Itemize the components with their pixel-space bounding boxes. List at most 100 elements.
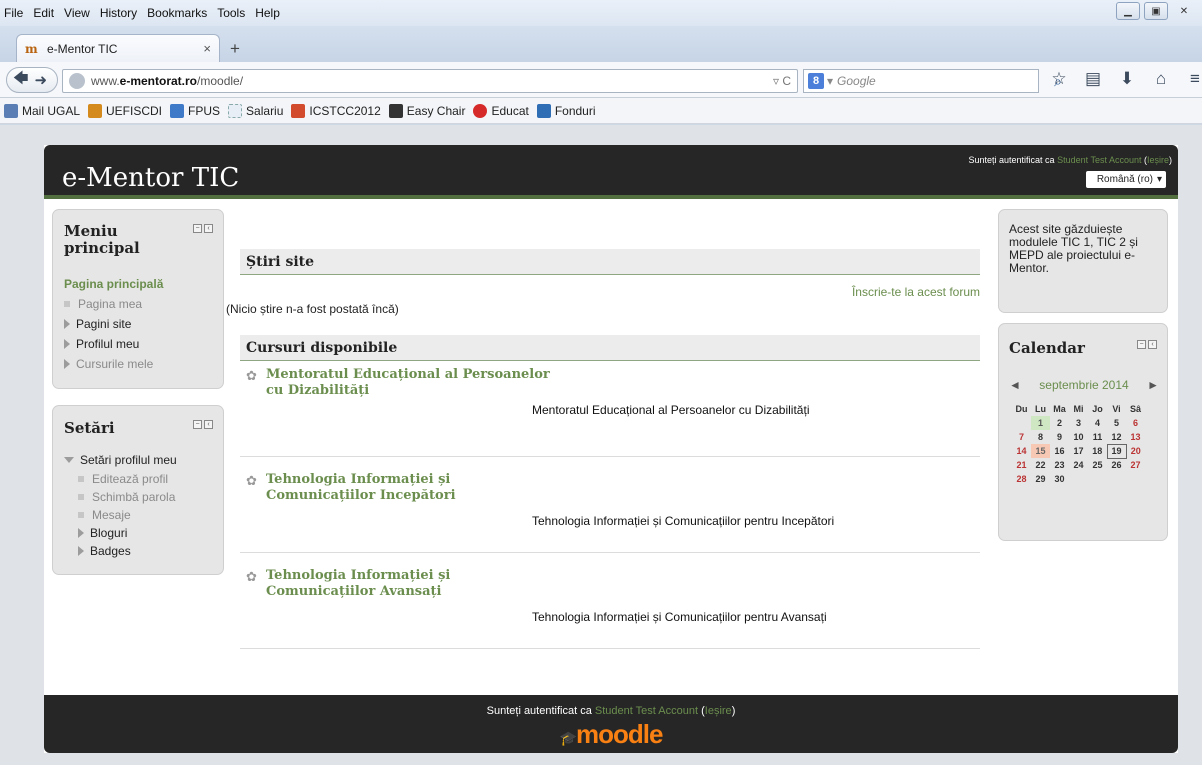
block-controls: − ‹ bbox=[193, 224, 213, 233]
course-name-link[interactable]: Mentoratul Educațional al Persoanelor cu… bbox=[266, 367, 550, 399]
footer-user-link[interactable]: Student Test Account bbox=[595, 705, 698, 717]
footer-logout-link[interactable]: Ieșire bbox=[705, 705, 732, 717]
calendar-today[interactable]: 19 bbox=[1106, 443, 1127, 459]
list-item[interactable]: Cursurile mele bbox=[58, 354, 153, 374]
main-menu-block: − ‹ Meniu principal Pagina principală Pa… bbox=[52, 209, 224, 389]
expand-arrow-icon bbox=[78, 528, 84, 538]
url-host: e-mentorat.ro bbox=[119, 74, 198, 88]
site-header: e-Mentor TIC Sunteți autentificat ca Stu… bbox=[44, 145, 1178, 199]
moodle-favicon-icon: m bbox=[25, 41, 38, 56]
block-controls: − ‹ bbox=[1137, 340, 1157, 349]
list-item[interactable]: Pagini site bbox=[58, 314, 153, 334]
calendar-month-nav: ◄ septembrie 2014 ► bbox=[1009, 378, 1159, 392]
calendar-day-highlight[interactable]: 15 bbox=[1031, 444, 1050, 458]
menu-help[interactable]: Help bbox=[255, 6, 280, 20]
settings-title: Setări bbox=[64, 419, 115, 437]
educat-icon bbox=[473, 103, 488, 118]
google-engine-icon[interactable]: 8 bbox=[808, 73, 824, 89]
collapse-block-icon[interactable]: − bbox=[193, 420, 202, 429]
main-menu-list: Pagina mea Pagini site Profilul meu Curs… bbox=[58, 294, 153, 374]
menu-edit[interactable]: Edit bbox=[33, 6, 54, 20]
tab-e-mentor[interactable]: m e-Mentor TIC × bbox=[16, 34, 220, 62]
close-tab-icon[interactable]: × bbox=[203, 41, 211, 56]
course-icon: ✿ bbox=[246, 569, 257, 584]
bookmark-easy-chair[interactable]: Easy Chair bbox=[388, 103, 465, 118]
news-empty-text: (Nicio știre n-a fost postată încă) bbox=[226, 302, 399, 316]
language-select[interactable]: Română (ro) ▾ bbox=[1086, 171, 1166, 188]
collapse-block-icon[interactable]: − bbox=[1137, 340, 1146, 349]
bookmark-star-icon[interactable]: ☆ bbox=[1048, 69, 1070, 89]
calendar-day[interactable]: 1 bbox=[1031, 416, 1050, 430]
list-item[interactable]: Schimbă parola bbox=[58, 488, 177, 506]
list-item[interactable]: Badges bbox=[58, 542, 177, 560]
menu-bookmarks[interactable]: Bookmarks bbox=[147, 6, 207, 20]
bookmark-salariu[interactable]: Salariu bbox=[228, 103, 283, 118]
bullet-icon bbox=[78, 476, 84, 482]
url-path: /moodle/ bbox=[197, 74, 244, 88]
moodle-site: e-Mentor TIC Sunteți autentificat ca Stu… bbox=[44, 145, 1178, 753]
icstcc-icon bbox=[291, 103, 306, 118]
site-title[interactable]: e-Mentor TIC bbox=[62, 163, 239, 193]
calendar-month[interactable]: septembrie 2014 bbox=[1039, 378, 1128, 392]
main-content: Știri site Înscrie-te la acest forum (Ni… bbox=[226, 249, 980, 649]
bookmark-fpus[interactable]: FPUS bbox=[170, 103, 220, 118]
collapse-block-icon[interactable]: − bbox=[193, 224, 202, 233]
settings-block: − ‹ Setări Setări profilul meu Editează … bbox=[52, 405, 224, 575]
previous-month-icon[interactable]: ◄ bbox=[1009, 378, 1021, 392]
back-arrow-icon[interactable]: 🡄 bbox=[13, 68, 29, 93]
home-icon[interactable]: ⌂ bbox=[1150, 69, 1172, 89]
list-item[interactable]: Bloguri bbox=[58, 524, 177, 542]
url-input[interactable]: www. e-mentorat.ro/moodle/ ▿ C bbox=[62, 69, 798, 93]
search-engine-dropdown-icon[interactable]: ▾ bbox=[827, 74, 833, 88]
chevron-down-icon: ▾ bbox=[1156, 174, 1162, 185]
dock-block-icon[interactable]: ‹ bbox=[1148, 340, 1157, 349]
bullet-icon bbox=[64, 301, 70, 307]
bookmarks-list-icon[interactable]: ▤ bbox=[1082, 69, 1104, 89]
bookmark-uefiscdi[interactable]: UEFISCDI bbox=[88, 103, 162, 118]
list-item[interactable]: Setări profilul meu bbox=[58, 450, 177, 470]
bookmarks-bar: Mail UGAL UEFISCDI FPUS Salariu ICSTCC20… bbox=[0, 98, 1202, 124]
list-item[interactable]: Mesaje bbox=[58, 506, 177, 524]
close-window-icon[interactable]: ✕ bbox=[1172, 2, 1196, 20]
dock-block-icon[interactable]: ‹ bbox=[204, 420, 213, 429]
dock-block-icon[interactable]: ‹ bbox=[204, 224, 213, 233]
course-name-link[interactable]: Tehnologia Informației și Comunicațiilor… bbox=[266, 568, 450, 600]
course-name-link[interactable]: Tehnologia Informației și Comunicațiilor… bbox=[266, 472, 456, 504]
collapse-arrow-icon bbox=[64, 457, 74, 463]
user-profile-link[interactable]: Student Test Account bbox=[1057, 155, 1141, 165]
search-input[interactable]: 8 ▾ Google ⌕ bbox=[803, 69, 1062, 93]
menu-view[interactable]: View bbox=[64, 6, 90, 20]
bookmark-fonduri[interactable]: Fonduri bbox=[536, 103, 596, 118]
list-item[interactable]: Pagina mea bbox=[58, 294, 153, 314]
bookmark-icstcc2012[interactable]: ICSTCC2012 bbox=[291, 103, 381, 118]
menu-tools[interactable]: Tools bbox=[217, 6, 245, 20]
maximize-icon[interactable]: ▣ bbox=[1144, 2, 1168, 20]
forward-arrow-icon[interactable]: ➜ bbox=[35, 71, 48, 89]
fonduri-icon bbox=[536, 103, 551, 118]
bullet-icon bbox=[78, 512, 84, 518]
login-info: Sunteți autentificat ca Student Test Acc… bbox=[968, 155, 1173, 165]
tab-title: e-Mentor TIC bbox=[47, 41, 118, 56]
list-item[interactable]: Editează profil bbox=[58, 470, 177, 488]
download-icon[interactable]: ⬇ bbox=[1116, 69, 1138, 89]
menu-file[interactable]: File bbox=[4, 6, 23, 20]
bullet-icon bbox=[78, 494, 84, 500]
site-identity-icon[interactable] bbox=[69, 73, 85, 89]
about-text: Acest site găzduiește modulele TIC 1, TI… bbox=[1009, 222, 1138, 275]
new-tab-icon[interactable]: + bbox=[230, 39, 240, 59]
menu-history[interactable]: History bbox=[100, 6, 137, 20]
logout-link[interactable]: Ieșire bbox=[1147, 155, 1169, 165]
hamburger-menu-icon[interactable]: ≡ bbox=[1184, 69, 1202, 89]
bookmark-educat[interactable]: Educat bbox=[473, 103, 529, 118]
window-controls: ▁ ▣ ✕ bbox=[1116, 2, 1196, 20]
moodle-logo[interactable]: 🎓moodle bbox=[44, 719, 1178, 750]
course-summary: Tehnologia Informației și Comunicațiilor… bbox=[532, 610, 827, 624]
home-link[interactable]: Pagina principală bbox=[64, 277, 163, 291]
back-forward-buttons: 🡄 ➜ bbox=[6, 67, 58, 93]
list-item[interactable]: Profilul meu bbox=[58, 334, 153, 354]
bookmark-mail-ugal[interactable]: Mail UGAL bbox=[4, 103, 80, 118]
reload-icon[interactable]: ▿ C bbox=[773, 74, 791, 88]
minimize-icon[interactable]: ▁ bbox=[1116, 2, 1140, 20]
subscribe-forum-link[interactable]: Înscrie-te la acest forum bbox=[852, 285, 980, 299]
next-month-icon[interactable]: ► bbox=[1147, 378, 1159, 392]
